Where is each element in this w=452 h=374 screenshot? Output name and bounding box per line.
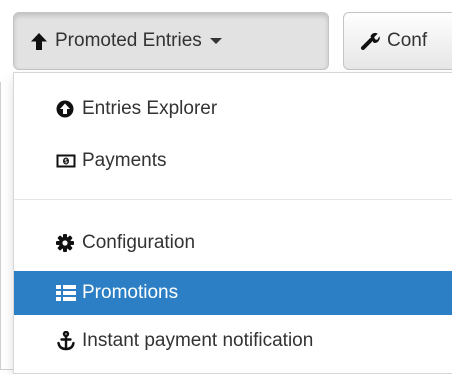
menu-divider bbox=[14, 199, 452, 200]
menu-item-label: Configuration bbox=[82, 232, 196, 253]
cog-icon bbox=[56, 234, 78, 252]
promoted-entries-label: Promoted Entries bbox=[55, 30, 202, 51]
menu-item-promotions[interactable]: Promotions bbox=[14, 271, 452, 315]
promoted-entries-dropdown-button[interactable]: Promoted Entries bbox=[13, 12, 329, 70]
arrow-up-icon bbox=[30, 32, 48, 51]
menu-item-entries-explorer[interactable]: Entries Explorer bbox=[14, 87, 452, 131]
toolbar: Promoted Entries Conf bbox=[0, 0, 452, 82]
list-icon bbox=[56, 285, 78, 301]
wrench-icon bbox=[360, 31, 380, 51]
configuration-button[interactable]: Conf bbox=[343, 12, 452, 70]
menu-item-label: Promotions bbox=[82, 282, 179, 303]
menu-item-label: Payments bbox=[82, 150, 167, 171]
configuration-label: Conf bbox=[387, 30, 428, 51]
money-icon: $ bbox=[56, 153, 78, 169]
menu-item-label: Entries Explorer bbox=[82, 98, 218, 119]
svg-text:$: $ bbox=[64, 158, 68, 165]
chevron-down-icon bbox=[209, 38, 222, 44]
menu-item-instant-payment-notification[interactable]: Instant payment notification bbox=[14, 319, 452, 363]
anchor-icon bbox=[56, 331, 78, 351]
menu-item-label: Instant payment notification bbox=[82, 330, 314, 351]
menu-item-configuration[interactable]: Configuration bbox=[14, 221, 452, 265]
circle-arrow-up-icon bbox=[56, 100, 78, 118]
menu-item-payments[interactable]: $ Payments bbox=[14, 139, 452, 183]
dropdown-menu: Entries Explorer $ Payments Configuratio… bbox=[13, 72, 452, 374]
